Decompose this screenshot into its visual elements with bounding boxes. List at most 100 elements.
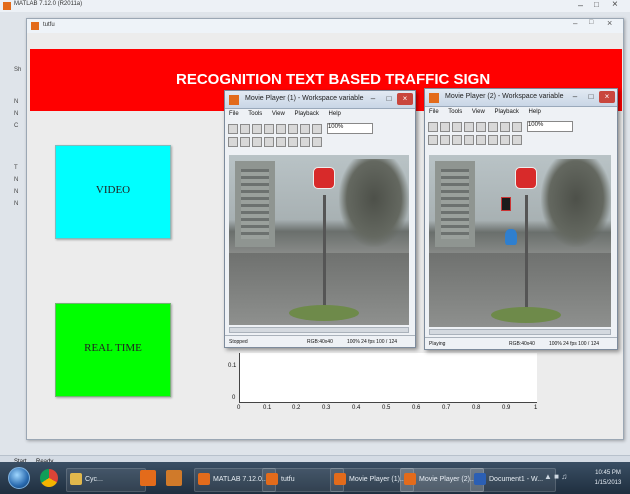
player-title: Movie Player (2) - Workspace variable <box>445 93 564 100</box>
playback-toolbar <box>227 137 413 147</box>
stop-icon[interactable] <box>228 137 238 147</box>
minimize-icon[interactable]: – <box>578 0 583 10</box>
player-status-frame: 100% 24 fps 100 / 124 <box>549 341 600 347</box>
zoom-in-icon[interactable] <box>276 123 286 134</box>
clock[interactable]: 10:45 PM 1/15/2013 <box>588 468 628 490</box>
figure-close-icon[interactable]: × <box>607 18 612 28</box>
menu-view[interactable]: View <box>472 109 485 115</box>
cyclist <box>505 229 517 245</box>
video-frame <box>229 155 409 325</box>
chrome-icon[interactable] <box>40 469 58 487</box>
player-titlebar: Movie Player (1) - Workspace variable – … <box>225 91 415 109</box>
first-frame-icon[interactable] <box>240 137 250 147</box>
player-scrollbar[interactable] <box>229 327 409 333</box>
stop-icon[interactable] <box>428 135 438 145</box>
zoom-in-icon[interactable] <box>476 121 486 132</box>
save-icon[interactable] <box>452 121 462 132</box>
x-tick-label: 0 <box>237 405 241 411</box>
sign-pole <box>525 195 528 313</box>
last-frame-icon[interactable] <box>500 135 510 145</box>
menu-file[interactable]: File <box>229 111 239 117</box>
pause-icon[interactable] <box>264 137 274 147</box>
pan-icon[interactable] <box>300 123 310 134</box>
side-letter: N <box>14 177 19 183</box>
player-close-icon[interactable]: × <box>397 93 413 105</box>
figure-maximize-icon[interactable]: □ <box>589 19 593 26</box>
app-pinned-icon[interactable] <box>166 470 182 486</box>
last-frame-icon[interactable] <box>300 137 310 147</box>
video-button-label: VIDEO <box>95 184 131 196</box>
fast-forward-icon[interactable] <box>488 135 498 145</box>
save-icon[interactable] <box>252 123 262 134</box>
player-statusbar: Playing RGB:40x40 100% 24 fps 100 / 124 <box>425 337 617 349</box>
matlab-icon <box>198 473 210 485</box>
first-frame-icon[interactable] <box>440 135 450 145</box>
player-maximize-icon[interactable]: □ <box>583 91 599 103</box>
print-icon[interactable] <box>464 121 474 132</box>
x-tick-label: 0.9 <box>502 405 511 411</box>
new-icon[interactable] <box>428 121 438 132</box>
loop-icon[interactable] <box>312 137 322 147</box>
pause-icon[interactable] <box>464 135 474 145</box>
start-orb-icon[interactable] <box>8 467 30 489</box>
x-tick-label: 0.6 <box>412 405 421 411</box>
player-status-state: Stopped <box>229 339 248 345</box>
zoom-out-icon[interactable] <box>288 123 298 134</box>
x-tick-labels: 0 0.1 0.2 0.3 0.4 0.5 0.6 0.7 0.8 0.9 1 <box>231 405 551 415</box>
loop-icon[interactable] <box>512 135 522 145</box>
figure-title: tutfu <box>43 22 55 28</box>
realtime-button[interactable]: REAL TIME <box>55 303 171 397</box>
maximize-icon[interactable]: □ <box>594 0 599 9</box>
fast-forward-icon[interactable] <box>288 137 298 147</box>
play-icon[interactable] <box>476 135 486 145</box>
stop-sign <box>515 167 537 189</box>
menu-playback[interactable]: Playback <box>495 109 519 115</box>
menu-view[interactable]: View <box>272 111 285 117</box>
player-maximize-icon[interactable]: □ <box>381 93 397 105</box>
print-icon[interactable] <box>264 123 274 134</box>
figure-minimize-icon[interactable]: – <box>573 19 577 28</box>
fit-icon[interactable] <box>312 123 322 134</box>
taskbar-item-label: Document1 - W... <box>489 476 544 483</box>
matlab-title: MATLAB 7.12.0 (R2011a) <box>14 1 83 7</box>
tree <box>541 159 611 247</box>
taskbar-item[interactable]: Cyc... <box>66 468 146 492</box>
play-icon[interactable] <box>276 137 286 147</box>
fit-icon[interactable] <box>512 121 522 132</box>
player-minimize-icon[interactable]: – <box>567 91 583 103</box>
zoom-select[interactable]: 100% <box>326 123 373 134</box>
rewind-icon[interactable] <box>252 137 262 147</box>
open-icon[interactable] <box>240 123 250 134</box>
zoom-out-icon[interactable] <box>488 121 498 132</box>
player-close-icon[interactable]: × <box>599 91 615 103</box>
menu-help[interactable]: Help <box>529 109 541 115</box>
player-minimize-icon[interactable]: – <box>365 93 381 105</box>
clock-date: 1/15/2013 <box>594 480 622 486</box>
grass-island <box>491 307 561 323</box>
taskbar: Cyc... MATLAB 7.12.0... tutfu Movie Play… <box>0 462 630 494</box>
video-button[interactable]: VIDEO <box>55 145 171 239</box>
pan-icon[interactable] <box>500 121 510 132</box>
side-letter: T <box>14 165 18 171</box>
x-tick-label: 1 <box>534 405 538 411</box>
player-scrollbar[interactable] <box>429 329 611 335</box>
menu-file[interactable]: File <box>429 109 439 115</box>
y-tick-label: 0 <box>232 395 236 401</box>
menu-tools[interactable]: Tools <box>248 111 262 117</box>
menu-help[interactable]: Help <box>329 111 341 117</box>
open-icon[interactable] <box>440 121 450 132</box>
menu-playback[interactable]: Playback <box>295 111 319 117</box>
zoom-select[interactable]: 100% <box>526 121 573 132</box>
tray-icons: ▲ ■ ♫ <box>544 472 568 481</box>
movie-player-icon <box>404 473 416 485</box>
matlab-pinned-icon[interactable] <box>140 470 156 486</box>
x-tick-label: 0.7 <box>442 405 451 411</box>
close-icon[interactable]: × <box>612 0 618 10</box>
header-text: RECOGNITION TEXT BASED TRAFFIC SIGN <box>176 71 491 88</box>
figure-icon <box>31 22 39 30</box>
player-icon <box>429 93 439 103</box>
new-icon[interactable] <box>228 123 238 134</box>
menu-tools[interactable]: Tools <box>448 109 462 115</box>
rewind-icon[interactable] <box>452 135 462 145</box>
side-letter: N <box>14 189 19 195</box>
